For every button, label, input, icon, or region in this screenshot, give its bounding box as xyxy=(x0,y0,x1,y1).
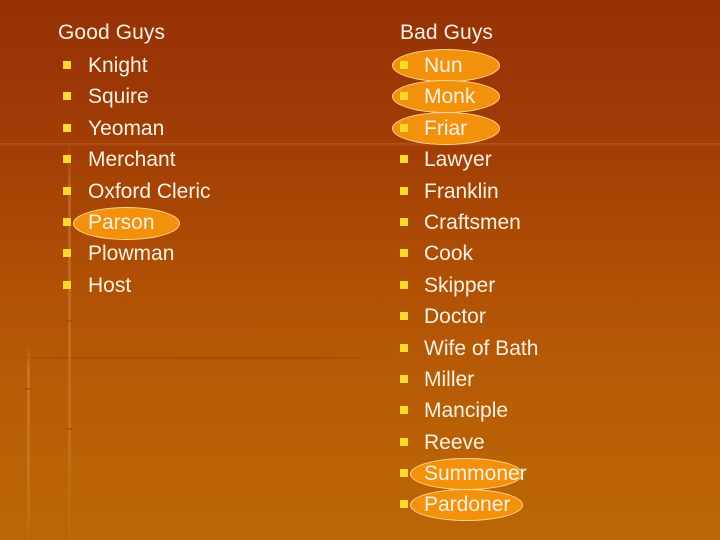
list-item-label: Pardoner xyxy=(424,493,511,517)
list-item-label: Plowman xyxy=(88,242,175,266)
bullet-square-icon xyxy=(400,437,408,446)
list-item-label: Friar xyxy=(424,116,468,140)
bullet-square-icon xyxy=(400,469,408,478)
slide-canvas: Good Guys Knight Squire Yeoman Merchant Oxfo… xyxy=(0,0,720,540)
list-item-label: Doctor xyxy=(424,305,486,329)
list-item-label: Yeoman xyxy=(88,116,165,140)
bullet-square-icon xyxy=(63,92,71,101)
bullet-square-icon xyxy=(400,186,408,195)
list-item-label: Reeve xyxy=(424,430,485,454)
list-item-label: Wife of Bath xyxy=(424,336,539,360)
bullet-square-icon xyxy=(400,406,408,415)
decorative-stem-node-right-upper xyxy=(66,320,73,322)
bullet-square-icon xyxy=(63,217,71,226)
bullet-square-icon xyxy=(63,123,71,132)
list-item-label: Franklin xyxy=(424,179,499,203)
bullet-square-icon xyxy=(400,343,408,352)
bullet-square-icon xyxy=(400,500,408,509)
decorative-stem-right xyxy=(68,140,71,540)
list-item-label: Host xyxy=(88,273,132,297)
list-item-label: Miller xyxy=(424,367,475,391)
decorative-stem-left xyxy=(27,345,30,540)
bullet-square-icon xyxy=(400,92,408,101)
decorative-stem-node-right-lower xyxy=(66,428,73,430)
list-item-label: Cook xyxy=(424,242,474,266)
list-item-label: Squire xyxy=(88,85,149,109)
list-item-label: Oxford Cleric xyxy=(88,179,211,203)
bullet-square-icon xyxy=(400,249,408,258)
bullet-square-icon xyxy=(400,217,408,226)
list-item-label: Craftsmen xyxy=(424,210,521,234)
list-item-label: Parson xyxy=(88,210,155,234)
bullet-square-icon xyxy=(63,61,71,69)
list-item-label: Monk xyxy=(424,85,476,109)
decorative-stem-node-left xyxy=(25,388,32,390)
bullet-square-icon xyxy=(63,249,71,258)
bullet-square-icon xyxy=(400,280,408,289)
bullet-square-icon xyxy=(63,155,71,164)
list-item-label: Summoner xyxy=(424,462,527,486)
list-item-label: Skipper xyxy=(424,273,496,297)
bullet-square-icon xyxy=(400,312,408,321)
bullet-square-icon xyxy=(63,186,71,195)
column-heading-bad-guys: Bad Guys xyxy=(400,21,494,44)
bullet-square-icon xyxy=(63,280,71,289)
list-item-label: Manciple xyxy=(424,399,509,423)
bullet-square-icon xyxy=(400,374,408,383)
bullet-square-icon xyxy=(400,123,408,132)
bullet-square-icon xyxy=(400,155,408,164)
bullet-square-icon xyxy=(400,61,408,69)
column-heading-good-guys: Good Guys xyxy=(58,21,166,44)
list-item-label: Knight xyxy=(88,54,148,77)
list-item-label: Nun xyxy=(424,54,463,77)
list-item-label: Lawyer xyxy=(424,148,492,172)
background-band-lower xyxy=(0,357,392,359)
list-item-label: Merchant xyxy=(88,148,176,172)
